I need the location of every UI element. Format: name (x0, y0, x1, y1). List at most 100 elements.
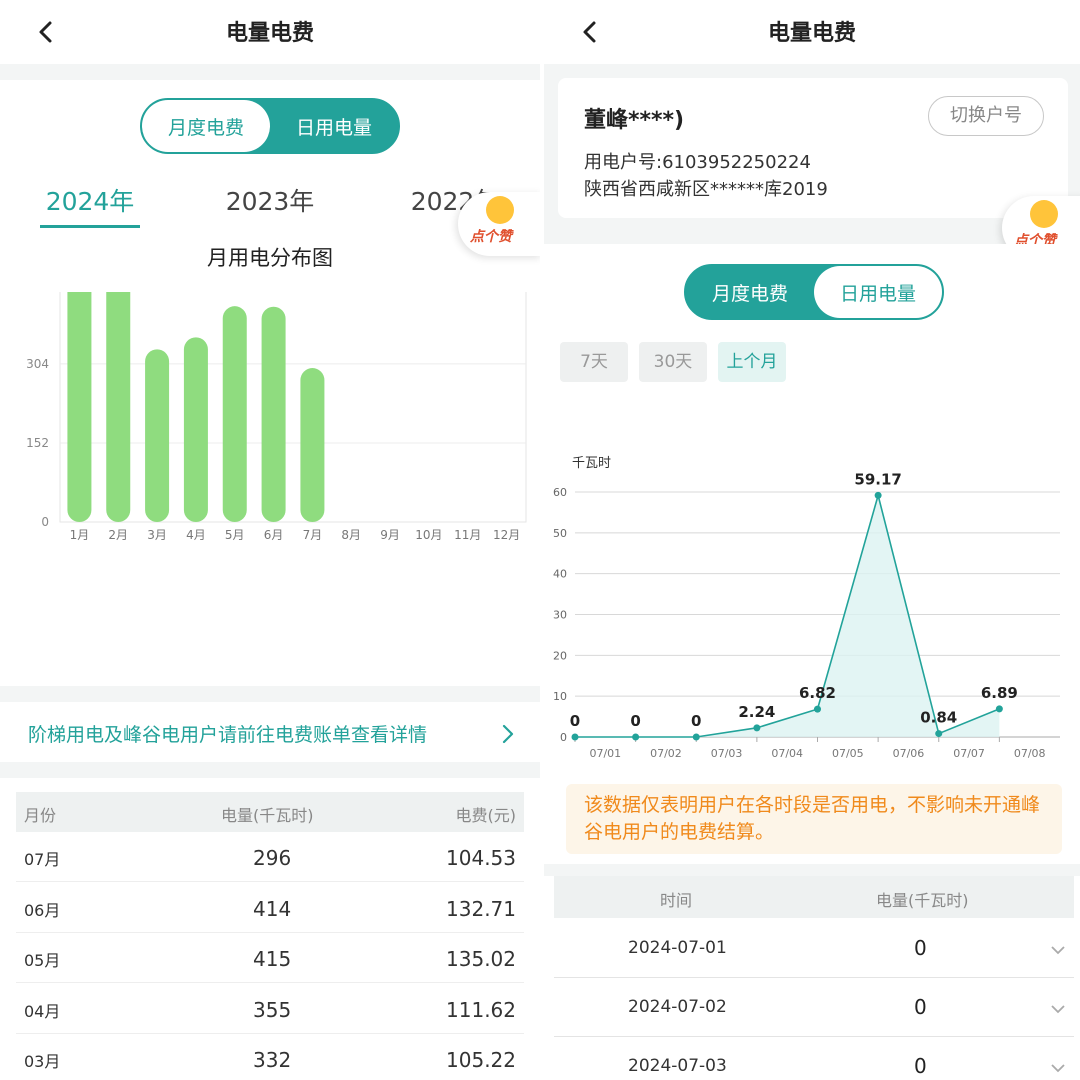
fee-cell: 111.62 (446, 997, 516, 1022)
smile-emoji-icon (1030, 200, 1058, 228)
bar (67, 292, 92, 522)
x-tick-label: 6月 (264, 528, 284, 542)
data-point (753, 724, 761, 732)
chevron-down-icon[interactable] (1048, 999, 1068, 1019)
monthly-table-header: 月份 电量(千瓦时) 电费(元) (16, 792, 524, 832)
data-label: 0 (691, 712, 701, 730)
active-tab-underline (40, 225, 140, 228)
x-tick-label: 4月 (186, 528, 206, 542)
usage-cell: 296 (253, 846, 292, 870)
chevron-path (1051, 1064, 1065, 1073)
table-row: 07月 296 104.53 (16, 832, 524, 882)
usage-cell: 0 (914, 1054, 927, 1078)
page-title: 电量电费 (225, 21, 314, 46)
date-cell: 2024-07-03 (628, 1056, 727, 1076)
like-badge-label: 点个赞 (470, 229, 512, 245)
x-tick-label: 10月 (415, 528, 442, 542)
fee-cell: 135.02 (446, 947, 516, 971)
month-cell: 03月 (24, 1052, 61, 1071)
month-cell: 06月 (24, 900, 61, 920)
chevron-down-icon[interactable] (1048, 1058, 1068, 1078)
daily-chart-card: 月度电费 日用电量 7天 30天 上个月 千瓦时 0 10 20 30 40 50 60 07/… (544, 244, 1080, 864)
account-card: 董峰****) 切换户号 用电户号:6103952250224 陕西省西咸新区*… (558, 78, 1068, 218)
toggle-monthly-fee[interactable]: 月度电费 (686, 266, 814, 318)
mode-toggle: 月度电费 日用电量 (684, 264, 944, 320)
tiered-notice-text: 阶梯用电及峰谷电用户请前往电费账单查看详情 (28, 724, 428, 746)
monthly-table-card: 月份 电量(千瓦时) 电费(元) 07月 296 104.53 06月 414 132.7… (0, 778, 540, 1080)
right-screen: 电量电费 董峰****) 切换户号 用电户号:6103952250224 陕西省… (540, 0, 1080, 1080)
fee-cell: 104.53 (446, 846, 516, 870)
col-fee: 电费(元) (455, 806, 517, 825)
x-tick-label: 07/02 (650, 747, 682, 760)
col-usage: 电量(千瓦时) (221, 806, 314, 825)
usage-cell: 332 (253, 1048, 292, 1072)
mode-toggle: 月度电费 日用电量 (140, 98, 400, 154)
account-name: 董峰****) (584, 108, 685, 133)
y-tick-label: 10 (553, 690, 567, 703)
usage-cell: 0 (914, 936, 927, 960)
table-row[interactable]: 2024-07-03 0 (554, 1038, 1074, 1080)
left-chart-card: 月度电费 日用电量 2024年 2023年 2022年 月用电分布图 单位：千瓦… (0, 80, 540, 686)
toggle-daily-usage[interactable]: 日用电量 (270, 100, 398, 152)
data-label: 0 (570, 712, 580, 730)
left-top-bar: 电量电费 (0, 0, 540, 64)
table-row[interactable]: 2024-07-01 0 (554, 920, 1074, 978)
data-point (874, 491, 882, 499)
chevron-down-icon[interactable] (1048, 940, 1068, 960)
tiered-notice-row[interactable]: 阶梯用电及峰谷电用户请前往电费账单查看详情 (0, 702, 540, 762)
x-tick-label: 07/08 (1014, 747, 1046, 760)
range-chip-last-month[interactable]: 上个月 (718, 342, 786, 382)
data-point (935, 730, 943, 738)
y-tick-label: 304 (26, 357, 49, 371)
x-tick-label: 12月 (493, 528, 520, 542)
range-chip-30d[interactable]: 30天 (639, 342, 707, 382)
y-tick-label: 60 (553, 486, 567, 499)
data-point (814, 705, 821, 713)
data-label: 6.89 (981, 684, 1018, 702)
col-daily-usage: 电量(千瓦时) (876, 891, 969, 910)
x-tick-label: 2月 (108, 528, 128, 542)
table-row[interactable]: 2024-07-02 0 (554, 979, 1074, 1037)
x-tick-label: 11月 (454, 528, 481, 542)
col-date: 时间 (660, 891, 693, 910)
page-title: 电量电费 (767, 21, 856, 46)
data-point (632, 733, 640, 741)
switch-account-button[interactable]: 切换户号 (928, 96, 1044, 136)
data-label: 0 (630, 712, 640, 730)
y-tick-label: 40 (553, 568, 567, 581)
like-badge[interactable]: 点个赞 (458, 192, 540, 256)
chevron-path (1051, 1005, 1065, 1014)
chart-title: 月用电分布图 (207, 246, 333, 270)
daily-table-card: 时间 电量(千瓦时) 2024-07-01 0 2024-07-02 0 2024-07… (544, 876, 1080, 1080)
x-tick-label: 1月 (70, 528, 90, 542)
series-area (575, 495, 1000, 737)
y-tick-label: 30 (553, 609, 567, 622)
data-label: 0.84 (920, 709, 957, 727)
bar (106, 292, 131, 522)
year-tab-2023[interactable]: 2023年 (220, 182, 320, 218)
series-line (575, 492, 1000, 738)
year-tab-2024[interactable]: 2024年 (40, 182, 140, 228)
toggle-daily-usage[interactable]: 日用电量 (814, 266, 942, 318)
usage-cell: 0 (914, 995, 927, 1019)
x-tick-label: 5月 (225, 528, 245, 542)
table-row: 06月 414 132.71 (16, 883, 524, 933)
account-address: 陕西省西咸新区******库2019 (584, 179, 828, 200)
bar (261, 306, 286, 522)
date-cell: 2024-07-01 (628, 938, 727, 958)
year-tab-label: 2024年 (45, 187, 135, 216)
x-tick-label: 07/07 (953, 747, 985, 760)
year-tab-label: 2023年 (225, 187, 315, 216)
y-tick-label: 0 (41, 515, 49, 529)
chevron-right-icon (502, 724, 514, 744)
daily-usage-line-chart: 千瓦时010203040506007/01007/02007/03007/042… (553, 456, 1060, 760)
toggle-monthly-fee[interactable]: 月度电费 (142, 100, 270, 152)
monthly-usage-bar-chart: 单位：千瓦时01523044566231月2月3月4月5月6月7月8月9月10月… (26, 292, 527, 542)
usage-disclaimer-text: 该数据仅表明用户在各时段是否用电，不影响未开通峰谷电用户的电费结算。 (584, 794, 1041, 843)
fee-cell: 132.71 (446, 896, 516, 921)
data-point (692, 733, 700, 741)
bar (145, 349, 170, 522)
bar (222, 306, 247, 522)
table-row: 05月 415 135.02 (16, 933, 524, 983)
range-chip-7d[interactable]: 7天 (560, 342, 628, 382)
